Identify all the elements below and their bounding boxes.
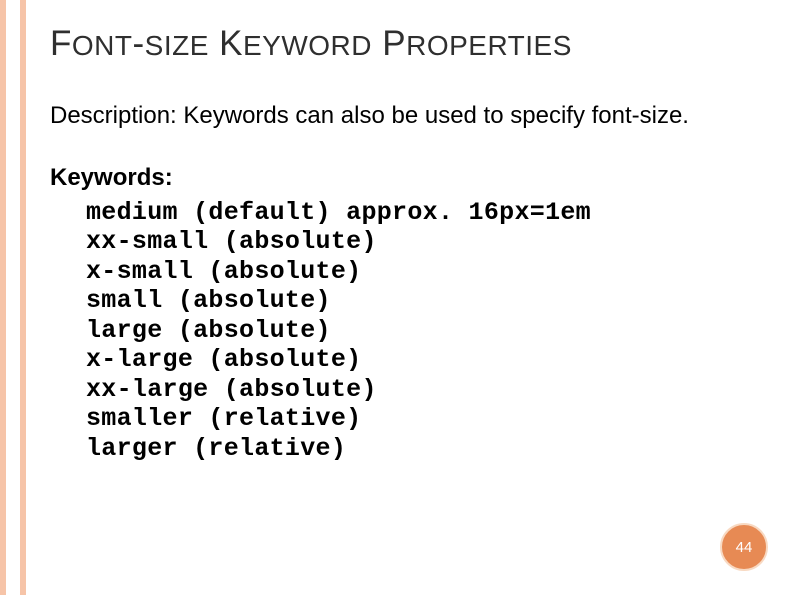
list-item: x-large (absolute) (86, 345, 764, 375)
title-part: ROPERTIES (406, 30, 572, 61)
description-text: Description: Keywords can also be used t… (50, 102, 764, 130)
page-number: 44 (736, 539, 753, 556)
title-part (209, 24, 219, 63)
slide-content: FONT-SIZE KEYWORD PROPERTIES Description… (50, 24, 764, 463)
list-item: smaller (relative) (86, 404, 764, 434)
left-accent-stripe-inner (6, 0, 20, 595)
title-part: ONT (72, 30, 133, 61)
title-part: F (50, 24, 72, 63)
list-item: medium (default) approx. 16px=1em (86, 198, 764, 228)
list-item: xx-large (absolute) (86, 375, 764, 405)
list-item: large (absolute) (86, 316, 764, 346)
title-part: - (133, 24, 145, 63)
title-part: EYWORD (243, 30, 372, 61)
page-title: FONT-SIZE KEYWORD PROPERTIES (50, 24, 764, 64)
keywords-list: medium (default) approx. 16px=1em xx-sma… (86, 198, 764, 464)
title-part: S (145, 30, 164, 61)
title-part: K (219, 24, 243, 63)
list-item: small (absolute) (86, 286, 764, 316)
title-part: P (382, 24, 406, 63)
list-item: x-small (absolute) (86, 257, 764, 287)
title-part: IZE (164, 30, 209, 61)
list-item: larger (relative) (86, 434, 764, 464)
keywords-label: Keywords: (50, 164, 764, 192)
title-part (372, 24, 382, 63)
list-item: xx-small (absolute) (86, 227, 764, 257)
page-number-badge: 44 (720, 523, 768, 571)
